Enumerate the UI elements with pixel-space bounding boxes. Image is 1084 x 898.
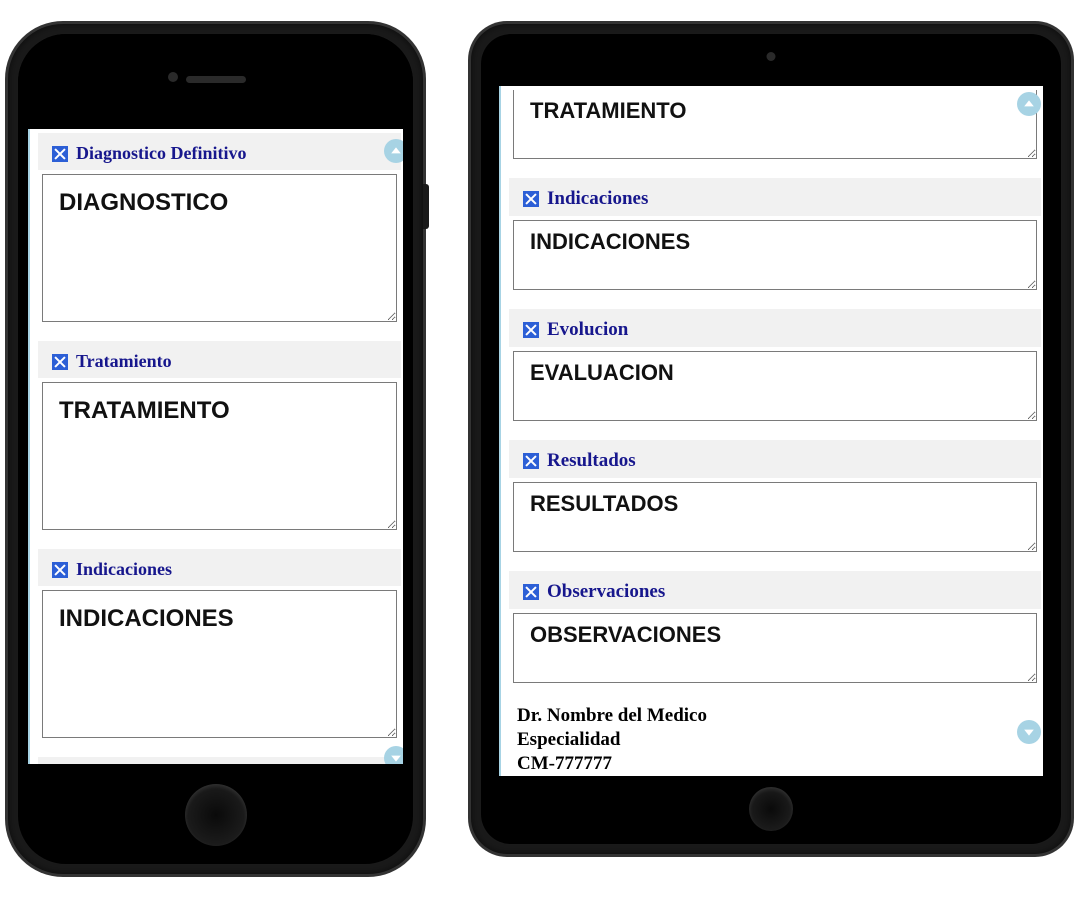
checkbox-icon[interactable] [52,354,68,370]
section-label: Evolucion [547,319,628,341]
tablet-screen: Indicaciones Evolucion Resultados [499,86,1043,776]
section-evolucion-title: Evolucion [509,309,1041,347]
section-label: Observaciones [547,581,665,603]
resultados-input[interactable] [513,482,1037,552]
indicaciones-input[interactable] [513,220,1037,290]
section-observaciones-title: Observaciones [509,571,1041,609]
scroll-down-icon[interactable] [1017,720,1041,744]
diagnostico-input[interactable] [42,174,397,322]
phone-camera [168,72,178,82]
section-resultados-title: Resultados [509,440,1041,478]
tratamiento-input[interactable] [513,90,1037,159]
checkbox-icon[interactable] [523,453,539,469]
tablet-camera [767,52,776,61]
tratamiento-input[interactable] [42,382,397,530]
checkbox-icon[interactable] [52,146,68,162]
section-label: Tratamiento [76,351,172,372]
tablet-device-frame: Indicaciones Evolucion Resultados [471,24,1071,854]
section-indicaciones-title: Indicaciones [38,549,401,586]
section-indicaciones-title: Indicaciones [509,178,1041,216]
checkbox-icon[interactable] [523,584,539,600]
checkbox-icon[interactable] [523,322,539,338]
phone-home-button[interactable] [185,784,247,846]
doctor-cm: CM-777777 [517,752,1037,776]
tablet-home-button[interactable] [749,787,793,831]
form-main: Diagnostico Definitivo Tratamiento Indic… [36,129,403,764]
doctor-name: Dr. Nombre del Medico [517,704,1037,728]
tablet-body: Indicaciones Evolucion Resultados [481,34,1061,844]
app-phone: Diagnostico Definitivo Tratamiento Indic… [28,129,403,764]
indicaciones-input[interactable] [42,590,397,738]
phone-body: Diagnostico Definitivo Tratamiento Indic… [18,34,413,864]
phone-top-bezel [18,34,413,124]
section-diagnostico-title: Diagnostico Definitivo [38,133,401,170]
scroll-down-icon[interactable] [384,746,403,764]
app-tablet: Indicaciones Evolucion Resultados [499,86,1043,776]
scroll-up-icon[interactable] [1017,92,1041,116]
section-tratamiento-title: Tratamiento [38,341,401,378]
section-label: Indicaciones [547,188,648,210]
form-main: Indicaciones Evolucion Resultados [507,86,1043,776]
evolucion-input[interactable] [513,351,1037,421]
section-label: Resultados [547,450,636,472]
doctor-speciality: Especialidad [517,728,1037,752]
scroll-up-icon[interactable] [384,139,403,163]
observaciones-input[interactable] [513,613,1037,683]
section-evolucion-title: Evolucion [38,757,401,764]
section-label: Indicaciones [76,559,172,580]
checkbox-icon[interactable] [52,562,68,578]
left-handle[interactable] [499,86,507,776]
doctor-info: Dr. Nombre del Medico Especialidad CM-77… [509,702,1041,775]
phone-side-button [423,184,429,229]
phone-device-frame: Diagnostico Definitivo Tratamiento Indic… [8,24,423,874]
checkbox-icon[interactable] [523,191,539,207]
phone-screen: Diagnostico Definitivo Tratamiento Indic… [28,129,403,764]
phone-speaker [186,76,246,83]
section-label: Diagnostico Definitivo [76,143,247,164]
left-handle[interactable] [28,129,36,764]
